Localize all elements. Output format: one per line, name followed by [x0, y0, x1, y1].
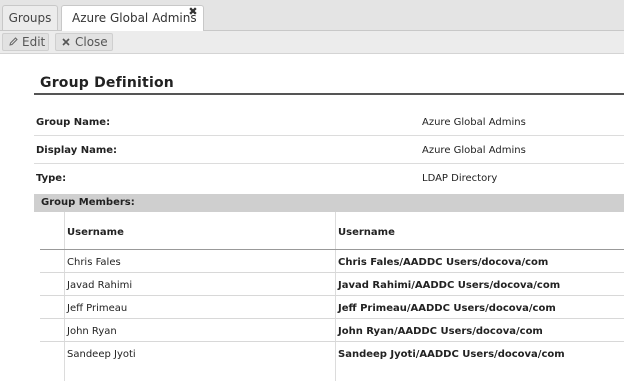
field-display-name: Display Name: Azure Global Admins [34, 136, 624, 164]
member-name: Chris Fales [67, 257, 121, 268]
table-row[interactable]: Javad Rahimi Javad Rahimi/AADDC Users/do… [40, 273, 624, 296]
title-divider [34, 93, 624, 95]
tab-groups-label: Groups [8, 11, 52, 25]
x-icon [62, 36, 72, 52]
field-group-name: Group Name: Azure Global Admins [34, 108, 624, 136]
tab-azure-global-admins-label: Azure Global Admins [72, 11, 197, 25]
close-button[interactable]: Close [55, 33, 113, 51]
table-row[interactable]: Chris Fales Chris Fales/AADDC Users/doco… [40, 250, 624, 273]
table-header-row: Username Username [40, 212, 624, 250]
column-header-username-path[interactable]: Username [338, 227, 395, 238]
member-path: Javad Rahimi/AADDC Users/docova/com [338, 280, 561, 291]
edit-button[interactable]: Edit [2, 33, 49, 51]
member-name: Javad Rahimi [67, 280, 133, 291]
tab-azure-global-admins[interactable]: Azure Global Admins ✖ [61, 5, 204, 31]
table-row[interactable]: John Ryan John Ryan/AADDC Users/docova/c… [40, 319, 624, 342]
group-members-header: Group Members: [34, 194, 624, 212]
toolbar: Edit Close [0, 31, 624, 54]
edit-button-label: Edit [22, 35, 46, 49]
type-value: LDAP Directory [422, 173, 498, 184]
table-row[interactable]: Sandeep Jyoti Sandeep Jyoti/AADDC Users/… [40, 342, 624, 364]
tab-bar: Groups Azure Global Admins ✖ [0, 0, 624, 31]
member-name: Sandeep Jyoti [67, 349, 136, 360]
tab-groups[interactable]: Groups [2, 5, 58, 30]
member-path: Chris Fales/AADDC Users/docova/com [338, 257, 549, 268]
member-name: John Ryan [67, 326, 117, 337]
type-label: Type: [36, 173, 67, 184]
pencil-icon [9, 36, 19, 52]
page-title: Group Definition [40, 75, 174, 91]
close-button-label: Close [75, 35, 108, 49]
close-tab-icon[interactable]: ✖ [188, 6, 198, 18]
member-path: Jeff Primeau/AADDC Users/docova/com [338, 303, 556, 314]
member-path: Sandeep Jyoti/AADDC Users/docova/com [338, 349, 565, 360]
group-name-value: Azure Global Admins [422, 117, 526, 128]
display-name-label: Display Name: [36, 145, 118, 156]
member-path: John Ryan/AADDC Users/docova/com [338, 326, 543, 337]
field-type: Type: LDAP Directory [34, 164, 624, 191]
member-name: Jeff Primeau [67, 303, 128, 314]
display-name-value: Azure Global Admins [422, 145, 526, 156]
group-members-label: Group Members: [41, 197, 135, 208]
table-row[interactable]: Jeff Primeau Jeff Primeau/AADDC Users/do… [40, 296, 624, 319]
column-header-username[interactable]: Username [67, 227, 124, 238]
group-name-label: Group Name: [36, 117, 111, 128]
